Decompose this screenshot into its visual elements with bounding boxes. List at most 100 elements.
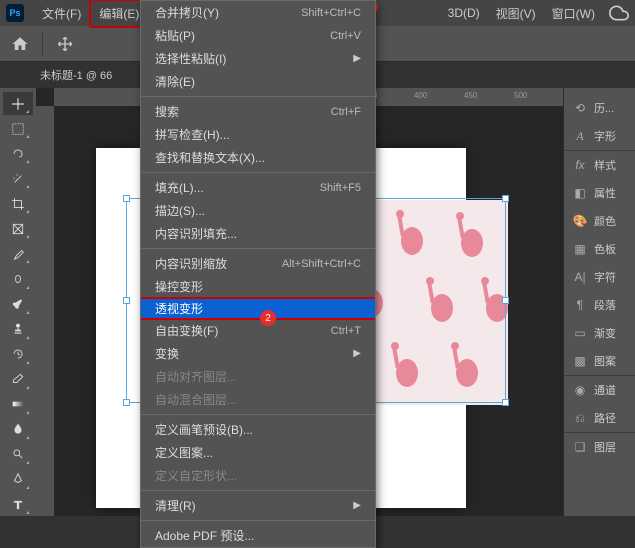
- props-icon: ◧: [572, 186, 588, 200]
- menu-item: 自动对齐图层...: [141, 365, 375, 388]
- menu-window[interactable]: 窗口(W): [544, 1, 603, 26]
- panel-layers[interactable]: ❏ 图层: [564, 433, 635, 461]
- menu-item[interactable]: 搜索Ctrl+F: [141, 100, 375, 123]
- menu-item[interactable]: 定义图案...: [141, 441, 375, 464]
- app-logo: Ps: [6, 4, 24, 22]
- color-icon: 🎨: [572, 214, 588, 228]
- layer-icon: ❏: [572, 440, 588, 454]
- move-tool-icon[interactable]: [53, 32, 77, 56]
- wand-tool[interactable]: [3, 167, 33, 190]
- panel-glyphs[interactable]: A字形: [564, 122, 635, 150]
- handle-bl[interactable]: [123, 399, 130, 406]
- menu-shortcut: Shift+F5: [320, 182, 361, 194]
- menu-item[interactable]: 填充(L)...Shift+F5: [141, 176, 375, 199]
- panel-label: 字形: [594, 128, 616, 144]
- handle-ml[interactable]: [123, 297, 130, 304]
- panel-label: 颜色: [594, 213, 616, 229]
- menu-item-label: 自动对齐图层...: [155, 368, 237, 385]
- tools-panel: [0, 88, 36, 516]
- gradient-tool[interactable]: [3, 393, 33, 416]
- lasso-tool[interactable]: [3, 142, 33, 165]
- panel-color[interactable]: 🎨 颜色: [564, 207, 635, 235]
- home-icon[interactable]: [8, 32, 32, 56]
- menu-item[interactable]: 操控变形: [141, 275, 375, 298]
- crop-tool[interactable]: [3, 192, 33, 215]
- submenu-arrow-icon: ▶: [353, 500, 361, 511]
- menu-file[interactable]: 文件(F): [34, 1, 89, 26]
- panel-swatches[interactable]: ▦色板: [564, 235, 635, 263]
- panel-label: 图层: [594, 439, 616, 455]
- type-tool[interactable]: [3, 493, 33, 516]
- panel-label: 样式: [594, 157, 616, 173]
- menu-item-label: 定义自定形状...: [155, 467, 237, 484]
- divider: [42, 32, 43, 56]
- panel-history[interactable]: ⟲历...: [564, 94, 635, 122]
- menu-item[interactable]: 清理(R)▶: [141, 494, 375, 517]
- handle-tr[interactable]: [502, 195, 509, 202]
- menu-item[interactable]: 查找和替换文本(X)...: [141, 146, 375, 169]
- menu-item[interactable]: 自由变换(F)Ctrl+T: [141, 319, 375, 342]
- panel-label: 字符: [594, 269, 616, 285]
- panel-styles[interactable]: fx 样式: [564, 151, 635, 179]
- handle-tl[interactable]: [123, 195, 130, 202]
- menu-item[interactable]: Adobe PDF 预设...: [141, 524, 375, 547]
- blur-tool[interactable]: [3, 418, 33, 441]
- menu-item[interactable]: 粘贴(P) Ctrl+V: [141, 24, 375, 47]
- menu-item: 自动混合图层...: [141, 388, 375, 411]
- handle-mr[interactable]: [502, 297, 509, 304]
- panel-label: 历...: [594, 100, 614, 116]
- menu-item-label: 定义图案...: [155, 444, 213, 461]
- panel-label: 属性: [594, 185, 616, 201]
- panel-character[interactable]: A| 字符: [564, 263, 635, 291]
- menu-item-label: 透视变形: [155, 300, 203, 317]
- marquee-tool[interactable]: [3, 117, 33, 140]
- menu-item[interactable]: 内容识别缩放Alt+Shift+Ctrl+C: [141, 252, 375, 275]
- menu-item[interactable]: 变换▶: [141, 342, 375, 365]
- fx-icon: fx: [572, 158, 588, 172]
- menu-item-label: 自动混合图层...: [155, 391, 237, 408]
- menu-item[interactable]: 合并拷贝(Y)Shift+Ctrl+C: [141, 1, 375, 24]
- frame-tool[interactable]: [3, 217, 33, 240]
- panel-channels[interactable]: ◉通道: [564, 376, 635, 404]
- menu-item-label: 操控变形: [155, 278, 203, 295]
- menu-item-label: 粘贴(P): [155, 27, 195, 44]
- history-brush-tool[interactable]: [3, 343, 33, 366]
- menu-item-label: 描边(S)...: [155, 202, 205, 219]
- menu-item[interactable]: 定义画笔预设(B)...: [141, 418, 375, 441]
- eyedropper-tool[interactable]: [3, 242, 33, 265]
- move-tool[interactable]: [3, 92, 33, 115]
- panel-paragraph[interactable]: ¶ 段落: [564, 291, 635, 319]
- handle-br[interactable]: [502, 399, 509, 406]
- menu-item[interactable]: 清除(E): [141, 70, 375, 93]
- grad-icon: ▭: [572, 326, 588, 340]
- cloud-icon[interactable]: [609, 3, 629, 23]
- menu-item-label: 合并拷贝(Y): [155, 4, 219, 21]
- path-icon: ⎌: [572, 411, 588, 425]
- menu-item[interactable]: 描边(S)...: [141, 199, 375, 222]
- stamp-tool[interactable]: [3, 318, 33, 341]
- char-icon: A|: [572, 270, 588, 284]
- menu-3d[interactable]: 3D(D): [440, 2, 488, 24]
- panel-pattern[interactable]: ▩图案: [564, 347, 635, 375]
- panel-gradient[interactable]: ▭渐变: [564, 319, 635, 347]
- menu-item[interactable]: 选择性粘贴(I)▶: [141, 47, 375, 70]
- dodge-tool[interactable]: [3, 443, 33, 466]
- menu-item[interactable]: 拼写检查(H)...: [141, 123, 375, 146]
- panel-properties[interactable]: ◧ 属性: [564, 179, 635, 207]
- menu-shortcut: Ctrl+V: [330, 30, 361, 42]
- menu-item-label: 定义画笔预设(B)...: [155, 421, 253, 438]
- ruler-tick: 500: [514, 91, 527, 100]
- pen-tool[interactable]: [3, 468, 33, 491]
- heal-tool[interactable]: [3, 267, 33, 290]
- menu-item-label: 内容识别缩放: [155, 255, 227, 272]
- menu-view[interactable]: 视图(V): [488, 1, 544, 26]
- brush-tool[interactable]: [3, 293, 33, 316]
- para-icon: ¶: [572, 298, 588, 312]
- eraser-tool[interactable]: [3, 368, 33, 391]
- menu-item[interactable]: 透视变形: [141, 297, 375, 320]
- menu-item-label: 变换: [155, 345, 179, 362]
- panel-label: 段落: [594, 297, 616, 313]
- panel-paths[interactable]: ⎌路径: [564, 404, 635, 432]
- menu-item[interactable]: 内容识别填充...: [141, 222, 375, 245]
- document-tab[interactable]: 未标题-1 @ 66: [40, 67, 112, 83]
